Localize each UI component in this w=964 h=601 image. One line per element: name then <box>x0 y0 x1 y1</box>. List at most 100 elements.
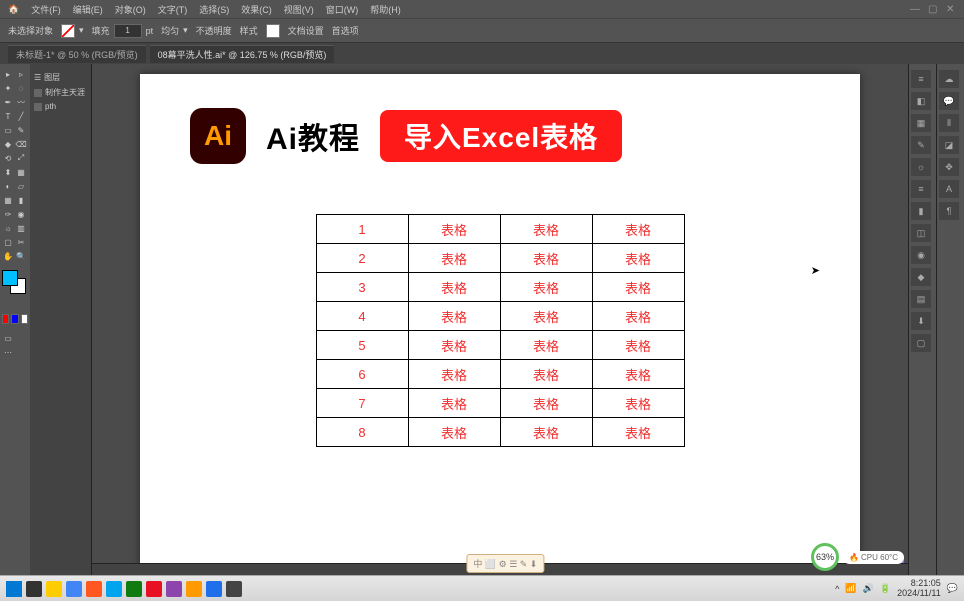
type-tool[interactable]: T <box>2 110 14 122</box>
mesh-tool[interactable]: ▦ <box>2 194 14 206</box>
menu-help[interactable]: 帮助(H) <box>370 3 401 16</box>
transparency-icon[interactable]: ◫ <box>911 224 931 242</box>
clock[interactable]: 8:21:05 2024/11/11 <box>897 579 941 599</box>
tray-volume-icon[interactable]: 🔊 <box>863 583 874 594</box>
tray-up-icon[interactable]: ^ <box>835 584 839 594</box>
rotate-tool[interactable]: ⟲ <box>2 152 14 164</box>
ime-tray[interactable]: 中 ⬜ ⚙ ☰ ✎ ⬇ <box>466 554 544 573</box>
lasso-tool[interactable]: ◌ <box>15 82 27 94</box>
free-transform-tool[interactable]: ▦ <box>15 166 27 178</box>
task-app-icon[interactable] <box>206 581 222 597</box>
minimize-button[interactable]: — <box>910 4 920 14</box>
task-app-icon[interactable] <box>166 581 182 597</box>
foreground-color[interactable] <box>2 270 18 286</box>
asset-export-icon[interactable]: ⬇ <box>911 312 931 330</box>
menu-type[interactable]: 文字(T) <box>158 3 188 16</box>
cpu-pct-badge[interactable]: 63% <box>811 543 839 571</box>
layer-item[interactable]: 制作主天涯 <box>34 85 87 100</box>
slice-tool[interactable]: ✂ <box>15 236 27 248</box>
edit-toolbar[interactable]: ⋯ <box>2 346 14 358</box>
notifications-icon[interactable]: 💬 <box>947 583 958 594</box>
brushes-icon[interactable]: ✎ <box>911 136 931 154</box>
scale-tool[interactable]: ⤢ <box>15 152 27 164</box>
tab-2[interactable]: 08幕平洗人性.ai* @ 126.75 % (RGB/预览) <box>150 45 335 63</box>
task-app-icon[interactable] <box>126 581 142 597</box>
shaper-tool[interactable]: ◆ <box>2 138 14 150</box>
shape-builder-tool[interactable]: ◐ <box>2 180 14 192</box>
swatches-icon[interactable]: ▦ <box>911 114 931 132</box>
menu-window[interactable]: 窗口(W) <box>326 3 359 16</box>
menu-view[interactable]: 视图(V) <box>284 3 314 16</box>
home-icon[interactable]: 🏠 <box>8 4 19 15</box>
color-icon[interactable]: ◧ <box>911 92 931 110</box>
opacity-label[interactable]: 不透明度 <box>196 24 232 37</box>
align-icon[interactable]: ⫴ <box>939 114 959 132</box>
rect-tool[interactable]: ▭ <box>2 124 14 136</box>
fill-swatch[interactable] <box>61 24 75 38</box>
graph-tool[interactable]: ▥ <box>15 222 27 234</box>
chevron-down-icon[interactable]: ▾ <box>183 25 188 36</box>
task-illustrator-icon[interactable] <box>186 581 202 597</box>
width-tool[interactable]: ⬍ <box>2 166 14 178</box>
blend-tool[interactable]: ◉ <box>15 208 27 220</box>
symbol-tool[interactable]: ☼ <box>2 222 14 234</box>
stroke-width-input[interactable] <box>114 24 142 38</box>
swatch-red[interactable] <box>2 314 9 324</box>
artboards-icon[interactable]: ▢ <box>911 334 931 352</box>
maximize-button[interactable]: ▢ <box>928 4 938 14</box>
zoom-tool[interactable]: 🔍 <box>15 250 27 262</box>
appearance-icon[interactable]: ◉ <box>911 246 931 264</box>
selection-tool[interactable]: ▸ <box>2 68 14 80</box>
tab-1[interactable]: 未标题-1* @ 50 % (RGB/预览) <box>8 45 146 63</box>
screen-mode-tool[interactable]: ▭ <box>2 332 14 344</box>
libraries-icon[interactable]: ☁ <box>939 70 959 88</box>
cpu-temp-badge[interactable]: 🔥CPU 60°C <box>843 551 904 564</box>
task-app-icon[interactable] <box>106 581 122 597</box>
style-label[interactable]: 样式 <box>240 24 258 37</box>
artboard[interactable]: Ai Ai教程 导入Excel表格 1表格表格表格2表格表格表格3表格表格表格4… <box>140 74 860 574</box>
menu-file[interactable]: 文件(F) <box>31 3 61 16</box>
direct-select-tool[interactable]: ▹ <box>15 68 27 80</box>
artboard-tool[interactable]: ▢ <box>2 236 14 248</box>
curvature-tool[interactable]: 〰 <box>15 96 27 108</box>
task-search-icon[interactable] <box>26 581 42 597</box>
chevron-down-icon[interactable]: ▾ <box>79 25 84 36</box>
gradient-tool[interactable]: ▮ <box>15 194 27 206</box>
graphic-styles-icon[interactable]: ◆ <box>911 268 931 286</box>
char-icon[interactable]: A <box>939 180 959 198</box>
task-chrome-icon[interactable] <box>66 581 82 597</box>
task-explorer-icon[interactable] <box>46 581 62 597</box>
stroke-icon[interactable]: ≡ <box>911 180 931 198</box>
style-swatch[interactable] <box>266 24 280 38</box>
start-button[interactable] <box>6 581 22 597</box>
tray-wifi-icon[interactable]: 📶 <box>845 583 856 594</box>
menu-edit[interactable]: 编辑(E) <box>73 3 103 16</box>
close-button[interactable]: ✕ <box>946 4 956 14</box>
para-icon[interactable]: ¶ <box>939 202 959 220</box>
task-app-icon[interactable] <box>146 581 162 597</box>
wand-tool[interactable]: ✦ <box>2 82 14 94</box>
brush-tool[interactable]: ✎ <box>15 124 27 136</box>
tray-battery-icon[interactable]: 🔋 <box>880 583 891 594</box>
symbols-icon[interactable]: ☼ <box>911 158 931 176</box>
transform-icon[interactable]: ✥ <box>939 158 959 176</box>
task-app-icon[interactable] <box>86 581 102 597</box>
eraser-tool[interactable]: ⌫ <box>15 138 27 150</box>
hand-tool[interactable]: ✋ <box>2 250 14 262</box>
perspective-tool[interactable]: ▱ <box>15 180 27 192</box>
line-tool[interactable]: ╱ <box>15 110 27 122</box>
color-picker[interactable] <box>2 270 26 294</box>
gradient-icon[interactable]: ▮ <box>911 202 931 220</box>
pathfinder-icon[interactable]: ◪ <box>939 136 959 154</box>
menu-effect[interactable]: 效果(C) <box>241 3 272 16</box>
pen-tool[interactable]: ✒ <box>2 96 14 108</box>
prefs-button[interactable]: 首选项 <box>332 24 359 37</box>
menu-select[interactable]: 选择(S) <box>199 3 229 16</box>
doc-setup-button[interactable]: 文档设置 <box>288 24 324 37</box>
menu-object[interactable]: 对象(O) <box>115 3 146 16</box>
task-app-icon[interactable] <box>226 581 242 597</box>
layers-icon[interactable]: ▤ <box>911 290 931 308</box>
swatch-blue[interactable] <box>11 314 18 324</box>
comments-icon[interactable]: 💬 <box>939 92 959 110</box>
swatch-white[interactable] <box>21 314 28 324</box>
